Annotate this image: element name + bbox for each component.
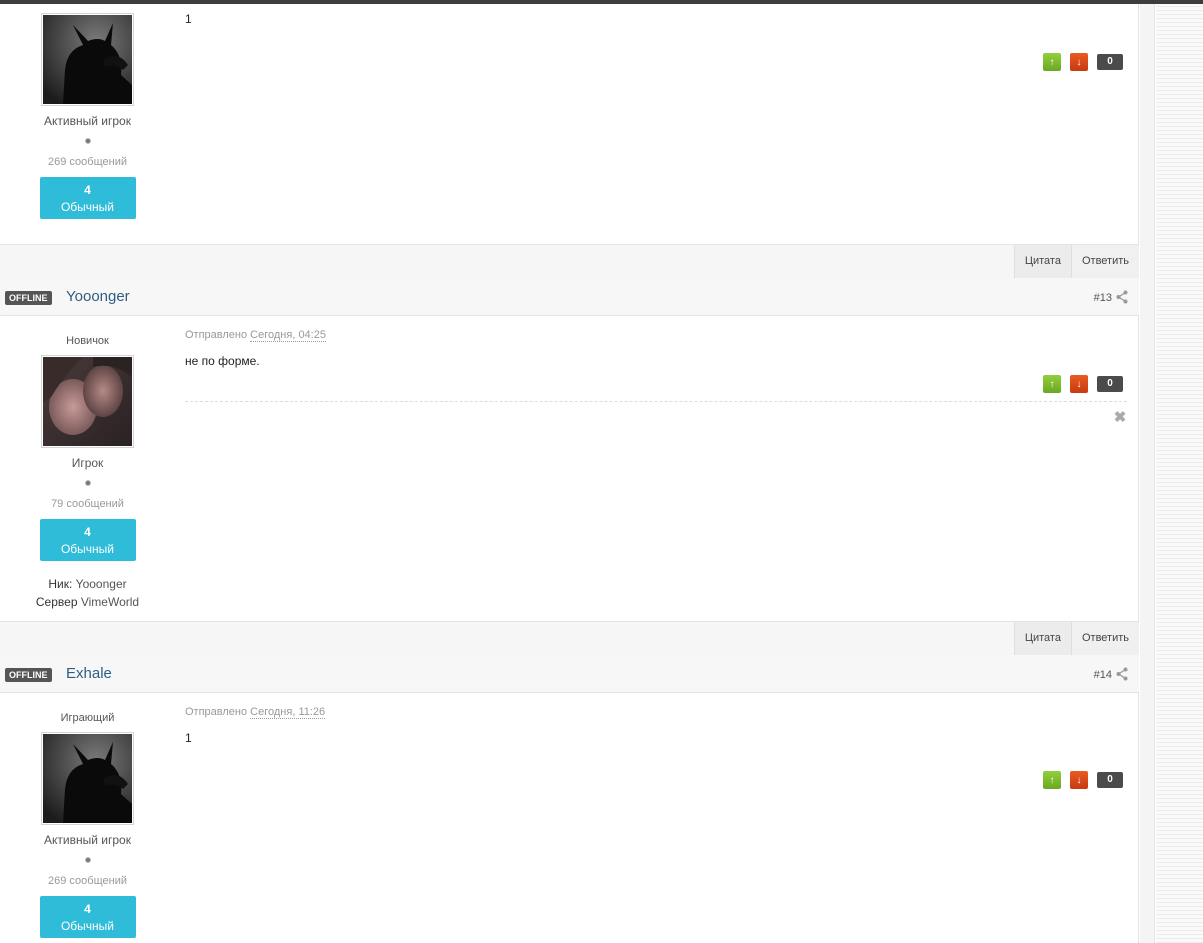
vote-controls: ↑ ↓ 0 (1034, 771, 1123, 789)
posted-date: Отправлено Сегодня, 04:25 (185, 328, 1127, 342)
custom-profile-fields: Ник: Yooonger Сервер VimeWorld (0, 575, 175, 611)
group-title: Играющий (60, 712, 115, 724)
vote-down-button[interactable]: ↓ (1070, 771, 1088, 789)
reputation-value: 4 (84, 902, 91, 916)
vote-up-button[interactable]: ↑ (1043, 375, 1061, 393)
post-body: Новичок Игрок 79 сообщений 4 Обычный Ник… (0, 316, 1139, 621)
post-content: 1 (185, 12, 1127, 26)
server-value: VimeWorld (80, 595, 140, 609)
post-body: Активный игрок 269 сообщений 4 Обычный 1… (0, 0, 1139, 244)
reputation-badge: 4 Обычный (39, 519, 136, 561)
vote-score: 0 (1097, 54, 1123, 70)
posted-label: Отправлено (185, 706, 248, 718)
avatar-image (43, 357, 132, 446)
online-status-dot (84, 857, 91, 863)
post-count[interactable]: 269 сообщений (0, 874, 175, 888)
signature-divider (185, 401, 1127, 402)
vote-up-button[interactable]: ↑ (1043, 771, 1061, 789)
avatar[interactable] (41, 13, 134, 106)
post-controls: Цитата Ответить (0, 244, 1139, 279)
posted-date: Отправлено Сегодня, 11:26 (185, 705, 1127, 719)
reputation-label: Обычный (60, 200, 115, 214)
status-badge: OFFLINE (5, 291, 52, 305)
server-label: Сервер (35, 595, 78, 609)
post-text: не по форме. (185, 354, 260, 368)
post-text: 1 (185, 12, 192, 26)
nick-value: Yooonger (75, 577, 127, 591)
reputation-value: 4 (84, 525, 91, 539)
vote-down-button[interactable]: ↓ (1070, 375, 1088, 393)
close-icon[interactable]: ✖ (1113, 410, 1127, 425)
post-content: Отправлено Сегодня, 11:26 1 (185, 705, 1127, 745)
quote-button[interactable]: Цитата (1013, 245, 1071, 278)
nick-label: Ник: (48, 577, 73, 591)
reputation-badge: 4 Обычный (39, 177, 136, 219)
reply-button[interactable]: Ответить (1070, 245, 1139, 278)
post-count[interactable]: 269 сообщений (0, 155, 175, 169)
post-body: Играющий Активный игрок 269 сообщений 4 … (0, 693, 1139, 943)
author-info: Активный игрок 269 сообщений 4 Обычный (0, 13, 175, 219)
post-header: OFFLINE Exhale #14 (0, 655, 1139, 693)
author-info: Новичок Игрок 79 сообщений 4 Обычный Ник… (0, 334, 175, 611)
nick-field: Ник: Yooonger (0, 575, 175, 593)
rank-title: Активный игрок (44, 833, 131, 847)
post-header: OFFLINE Yooonger #13 (0, 278, 1139, 316)
vote-down-button[interactable]: ↓ (1070, 53, 1088, 71)
author-name-link[interactable]: Exhale (66, 665, 112, 683)
scroll-gutter[interactable] (1140, 4, 1155, 943)
post-content: Отправлено Сегодня, 04:25 не по форме. (185, 328, 1127, 368)
online-status-dot (84, 480, 91, 486)
vote-score: 0 (1097, 772, 1123, 788)
post-text: 1 (185, 731, 192, 745)
share-icon[interactable] (1116, 667, 1128, 681)
quote-button[interactable]: Цитата (1013, 622, 1071, 655)
vote-controls: ↑ ↓ 0 (1034, 53, 1123, 71)
rank-title: Активный игрок (44, 114, 131, 128)
group-title: Новичок (66, 335, 109, 347)
avatar[interactable] (41, 355, 134, 448)
vote-controls: ↑ ↓ 0 (1034, 375, 1123, 393)
avatar[interactable] (41, 732, 134, 825)
post-number-link[interactable]: #13 (1094, 291, 1112, 305)
reputation-label: Обычный (60, 542, 115, 556)
vote-score: 0 (1097, 376, 1123, 392)
author-name-link[interactable]: Yooonger (66, 288, 130, 306)
post-controls: Цитата Ответить (0, 621, 1139, 656)
posted-label: Отправлено (185, 329, 248, 341)
status-badge: OFFLINE (5, 668, 52, 682)
vote-up-button[interactable]: ↑ (1043, 53, 1061, 71)
avatar-image (43, 15, 132, 104)
server-field: Сервер VimeWorld (0, 593, 175, 611)
post-count[interactable]: 79 сообщений (0, 497, 175, 511)
posted-time: Сегодня, 04:25 (250, 329, 326, 342)
rank-title: Игрок (71, 456, 104, 470)
reputation-label: Обычный (60, 919, 115, 933)
reputation-value: 4 (84, 183, 91, 197)
reputation-badge: 4 Обычный (39, 896, 136, 938)
post-number-link[interactable]: #14 (1094, 668, 1112, 682)
reply-button[interactable]: Ответить (1070, 622, 1139, 655)
online-status-dot (84, 138, 91, 144)
right-sidebar-pattern (1156, 4, 1203, 943)
avatar-image (43, 734, 132, 823)
author-info: Играющий Активный игрок 269 сообщений 4 … (0, 711, 175, 938)
share-icon[interactable] (1116, 290, 1128, 304)
posted-time: Сегодня, 11:26 (250, 706, 326, 719)
